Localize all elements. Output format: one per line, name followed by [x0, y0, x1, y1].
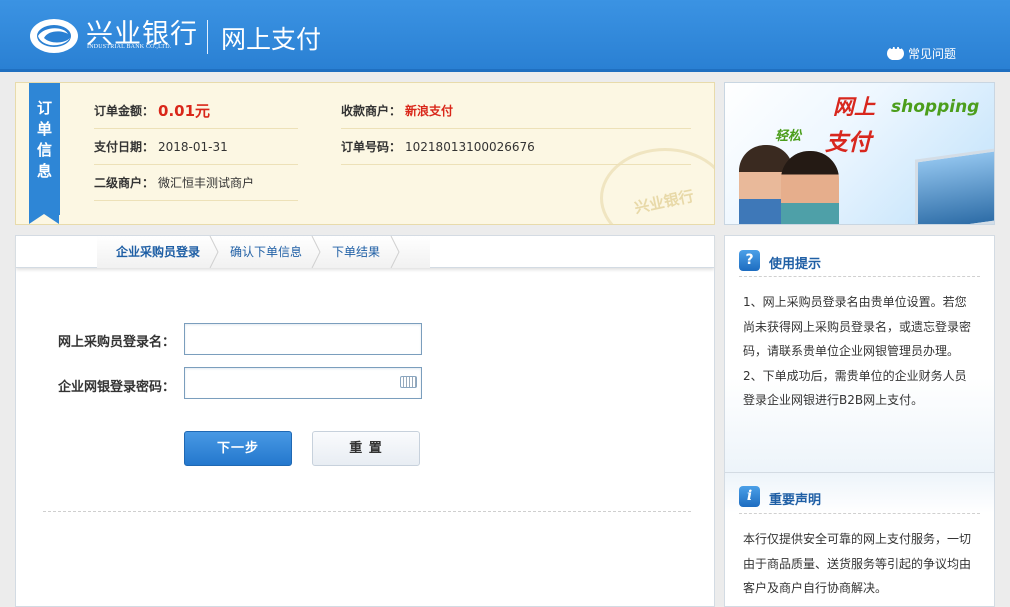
- page-header: 兴业银行 INDUSTRIAL BANK CO.,LTD. 网上支付 常见问题: [0, 0, 1010, 72]
- merchant-value: 新浪支付: [405, 104, 454, 118]
- notice-line: 客户及商户自行协商解决。: [743, 581, 888, 595]
- order-info-ribbon: 订单信息: [29, 83, 60, 215]
- pay-date-label: 支付日期：: [94, 140, 155, 154]
- chevron-right-icon: [311, 236, 321, 268]
- tip-line: 码，请联系贵单位企业网银管理员办理。: [743, 344, 960, 358]
- notice-line: 由于商品质量、送货服务等引起的争议均由: [743, 556, 972, 571]
- sub-merchant-row: 二级商户： 微汇恒丰测试商户: [94, 165, 298, 201]
- ribbon-tail: [29, 214, 59, 224]
- promo-banner: 网上 shopping 轻松 支付: [724, 82, 995, 225]
- virtual-keyboard-icon[interactable]: [400, 376, 417, 388]
- tip-line: 尚未获得网上采购员登录名，或遗忘登录密: [743, 319, 972, 334]
- bank-name-en: INDUSTRIAL BANK CO.,LTD.: [87, 44, 172, 50]
- tip-line: 1、网上采购员登录名由贵单位设置。若您: [743, 295, 967, 309]
- chevron-right-icon: [209, 236, 219, 268]
- form-divider: [43, 511, 691, 512]
- step-tabs: 企业采购员登录 确认下单信息 下单结果: [16, 236, 714, 268]
- order-amount-value: 0.01元: [158, 102, 211, 120]
- important-notice-panel: i 重要声明 本行仅提供安全可靠的网上支付服务，一切 由于商品质量、送货服务等引…: [724, 473, 995, 607]
- tab-order-result[interactable]: 下单结果: [332, 236, 380, 268]
- usage-tips-panel: ? 使用提示 1、网上采购员登录名由贵单位设置。若您 尚未获得网上采购员登录名，…: [724, 235, 995, 473]
- faq-link-label: 常见问题: [908, 47, 957, 61]
- important-notice-text: 本行仅提供安全可靠的网上支付服务，一切 由于商品质量、送货服务等引起的争议均由 …: [743, 527, 979, 601]
- step-tabs-bar: 企业采购员登录 确认下单信息 下单结果: [97, 236, 430, 268]
- chevron-right-icon: [390, 236, 400, 268]
- usage-tips-title: 使用提示: [769, 257, 822, 272]
- ribbon-label: 订单信息: [37, 99, 53, 180]
- password-label: 企业网银登录密码：: [58, 380, 176, 395]
- merchant-row: 收款商户： 新浪支付: [341, 93, 691, 129]
- pay-date-row: 支付日期： 2018-01-31: [94, 129, 298, 165]
- laptop-screen-image: [915, 146, 994, 224]
- order-number-label: 订单号码：: [341, 140, 402, 154]
- info-icon: i: [739, 486, 760, 507]
- question-icon: ?: [739, 250, 760, 271]
- banner-text-shopping: shopping: [891, 97, 980, 117]
- tab-buyer-login[interactable]: 企业采购员登录: [116, 236, 200, 268]
- notice-line: 本行仅提供安全可靠的网上支付服务，一切: [743, 532, 972, 546]
- pay-date-value: 2018-01-31: [158, 139, 228, 154]
- notice-divider: [739, 513, 980, 514]
- reset-button[interactable]: 重 置: [312, 431, 420, 466]
- banner-text-pay: 支付: [825, 130, 871, 156]
- man-image: [781, 151, 839, 224]
- banner-text-online: 网上: [833, 95, 875, 119]
- chat-bubble-icon: [887, 44, 904, 60]
- password-input[interactable]: [184, 367, 422, 399]
- tip-line: 登录企业网银进行B2B网上支付。: [743, 393, 924, 407]
- banner-text-easy: 轻松: [775, 129, 802, 144]
- sub-merchant-label: 二级商户：: [94, 176, 155, 190]
- merchant-label: 收款商户：: [341, 104, 402, 118]
- tab-confirm-order[interactable]: 确认下单信息: [230, 236, 302, 268]
- bank-logo-icon: [30, 19, 78, 53]
- tip-line: 2、下单成功后，需贵单位的企业财务人员: [743, 368, 967, 383]
- order-info-panel: 订单信息 订单金额： 0.01元 收款商户： 新浪支付 支付日期： 2018-0…: [15, 82, 715, 225]
- order-number-value: 10218013100026676: [405, 139, 535, 154]
- next-step-button[interactable]: 下一步: [184, 431, 292, 466]
- order-amount-row: 订单金额： 0.01元: [94, 93, 298, 129]
- order-amount-label: 订单金额：: [94, 104, 155, 118]
- tips-divider: [739, 276, 980, 277]
- login-panel: 企业采购员登录 确认下单信息 下单结果 网上采购员登录名： 企业网银登录密码： …: [15, 235, 715, 607]
- faq-link[interactable]: 常见问题: [887, 44, 957, 62]
- important-notice-title: 重要声明: [769, 493, 822, 508]
- username-label: 网上采购员登录名：: [58, 335, 176, 350]
- usage-tips-text: 1、网上采购员登录名由贵单位设置。若您 尚未获得网上采购员登录名，或遗忘登录密 …: [743, 290, 979, 413]
- page-title: 网上支付: [221, 25, 322, 54]
- header-divider: [207, 20, 208, 54]
- sub-merchant-value: 微汇恒丰测试商户: [158, 176, 255, 190]
- username-input[interactable]: [184, 323, 422, 355]
